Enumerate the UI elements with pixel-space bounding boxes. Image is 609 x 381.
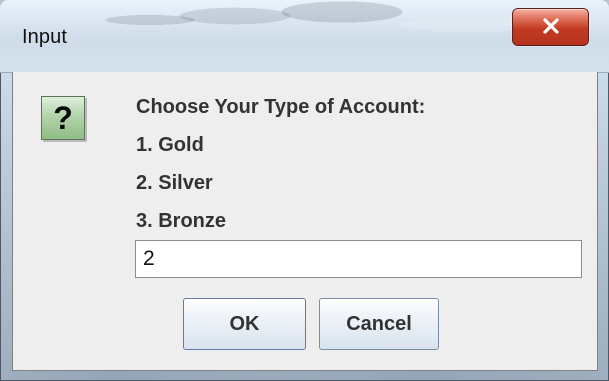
question-mark: ? xyxy=(53,100,73,136)
cancel-button-label: Cancel xyxy=(346,313,412,335)
dialog-message: Choose Your Type of Account: 1. Gold 2. … xyxy=(136,88,566,240)
option-bronze: 3. Bronze xyxy=(136,210,227,232)
window-title: Input xyxy=(22,26,67,48)
window-titlebar[interactable]: Input xyxy=(0,0,609,73)
option-silver: 2. Silver xyxy=(136,172,213,194)
question-icon: ? xyxy=(41,96,85,140)
input-dialog-window: Input ? Choose Your Type of Account: 1. … xyxy=(0,0,609,381)
option-gold: 1. Gold xyxy=(136,134,204,156)
prompt-text: Choose Your Type of Account: xyxy=(136,96,426,118)
account-type-input[interactable] xyxy=(135,240,582,278)
close-button[interactable] xyxy=(512,8,589,46)
ok-button[interactable]: OK xyxy=(183,298,306,350)
close-icon xyxy=(543,18,559,34)
dialog-content: ? Choose Your Type of Account: 1. Gold 2… xyxy=(12,72,598,371)
ok-button-label: OK xyxy=(229,313,260,335)
cancel-button[interactable]: Cancel xyxy=(319,298,439,350)
